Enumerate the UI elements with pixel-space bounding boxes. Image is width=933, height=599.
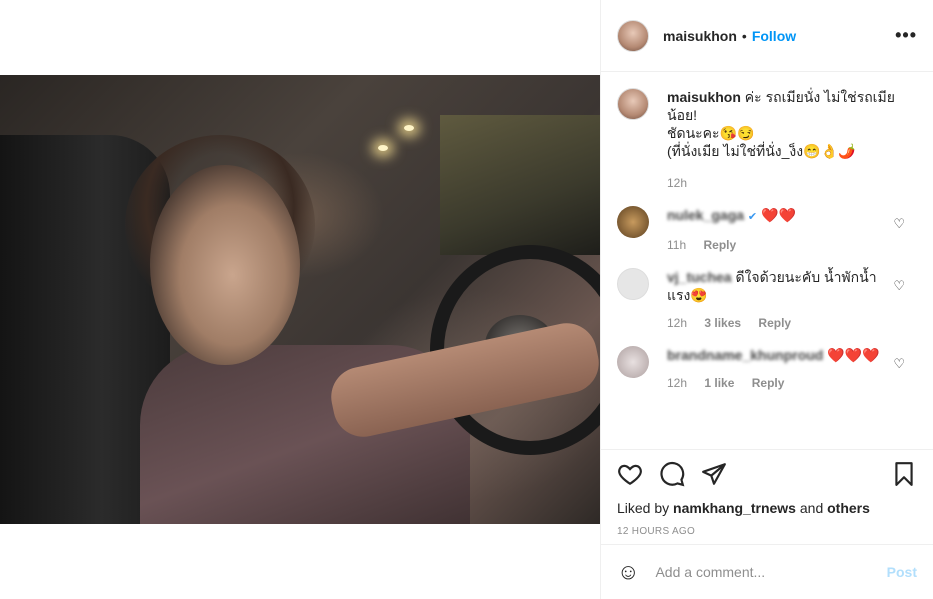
media-area	[0, 0, 600, 599]
more-options-icon[interactable]: •••	[895, 25, 917, 46]
comment-likes[interactable]: 1 like	[704, 376, 734, 390]
ceiling-light	[378, 145, 388, 151]
list-item: nulek_gaga ✔ ❤️❤️ 11h Reply ♡	[617, 206, 917, 254]
avatar[interactable]	[617, 206, 649, 238]
list-item: vj_tuchea ดีใจด้วยนะคับ น้ำพักน้ำแรง😍 12…	[617, 268, 917, 332]
comment-text: ❤️❤️	[761, 207, 796, 223]
liked-by-others[interactable]: others	[827, 500, 870, 516]
liked-by: Liked by namkhang_trnews and others	[617, 500, 917, 516]
bookmark-icon[interactable]	[891, 461, 917, 490]
comment-time[interactable]: 11h	[667, 238, 686, 252]
comment-input[interactable]	[655, 564, 887, 580]
ceiling-light	[404, 125, 414, 131]
like-heart-icon[interactable]	[617, 461, 643, 490]
caption-time[interactable]: 12h	[667, 176, 687, 190]
liked-by-prefix: Liked by	[617, 500, 670, 516]
add-comment-bar: ☺ Post	[601, 544, 933, 599]
person-face	[150, 165, 300, 365]
list-item: brandname_khunproud ❤️❤️❤️ 12h 1 like Re…	[617, 346, 917, 392]
comment-username[interactable]: brandname_khunproud	[667, 347, 823, 363]
post-timestamp[interactable]: 12 HOURS AGO	[617, 526, 917, 537]
comment-username[interactable]: nulek_gaga	[667, 207, 744, 223]
post-actions: Liked by namkhang_trnews and others 12 H…	[601, 449, 933, 544]
caption-line: ชัดนะคะ😘😏	[667, 125, 755, 141]
comment-username[interactable]: vj_tuchea	[667, 269, 732, 285]
post-header: maisukhon • Follow •••	[601, 0, 933, 72]
avatar[interactable]	[617, 346, 649, 378]
comments-list[interactable]: maisukhon ค่ะ รถเมียนั่ง ไม่ใช่รถเมียน้อ…	[601, 72, 933, 449]
comment-time[interactable]: 12h	[667, 316, 687, 330]
comment-time[interactable]: 12h	[667, 376, 687, 390]
comment-bubble-icon[interactable]	[659, 461, 685, 490]
verified-icon: ✔	[747, 211, 758, 223]
comment-likes[interactable]: 3 likes	[704, 316, 741, 330]
reply-button[interactable]: Reply	[703, 238, 736, 252]
follow-button[interactable]: Follow	[752, 28, 796, 44]
post-username[interactable]: maisukhon	[663, 28, 737, 44]
avatar[interactable]	[617, 19, 649, 52]
separator-dot: •	[741, 27, 747, 44]
post-button[interactable]: Post	[887, 564, 917, 580]
liked-by-user[interactable]: namkhang_trnews	[673, 500, 796, 516]
like-comment-heart-icon[interactable]: ♡	[893, 216, 905, 232]
reply-button[interactable]: Reply	[752, 376, 785, 390]
post-side-panel: maisukhon • Follow ••• maisukhon ค่ะ รถเ…	[600, 0, 933, 599]
car-window	[440, 115, 600, 255]
liked-by-and: and	[799, 500, 824, 516]
share-paper-plane-icon[interactable]	[701, 461, 727, 490]
like-comment-heart-icon[interactable]: ♡	[893, 356, 905, 372]
like-comment-heart-icon[interactable]: ♡	[893, 278, 905, 294]
caption-username[interactable]: maisukhon	[667, 89, 741, 105]
avatar[interactable]	[617, 268, 649, 300]
avatar[interactable]	[617, 88, 649, 120]
caption-line: (ที่นั่งเมีย ไม่ใช่ที่นั่ง_ง็ง😁👌🌶️	[667, 143, 856, 159]
caption: maisukhon ค่ะ รถเมียนั่ง ไม่ใช่รถเมียน้อ…	[617, 88, 917, 192]
reply-button[interactable]: Reply	[758, 316, 791, 330]
post-photo[interactable]	[0, 75, 600, 524]
emoji-icon[interactable]: ☺	[617, 559, 639, 585]
comment-text: ❤️❤️❤️	[827, 347, 880, 363]
